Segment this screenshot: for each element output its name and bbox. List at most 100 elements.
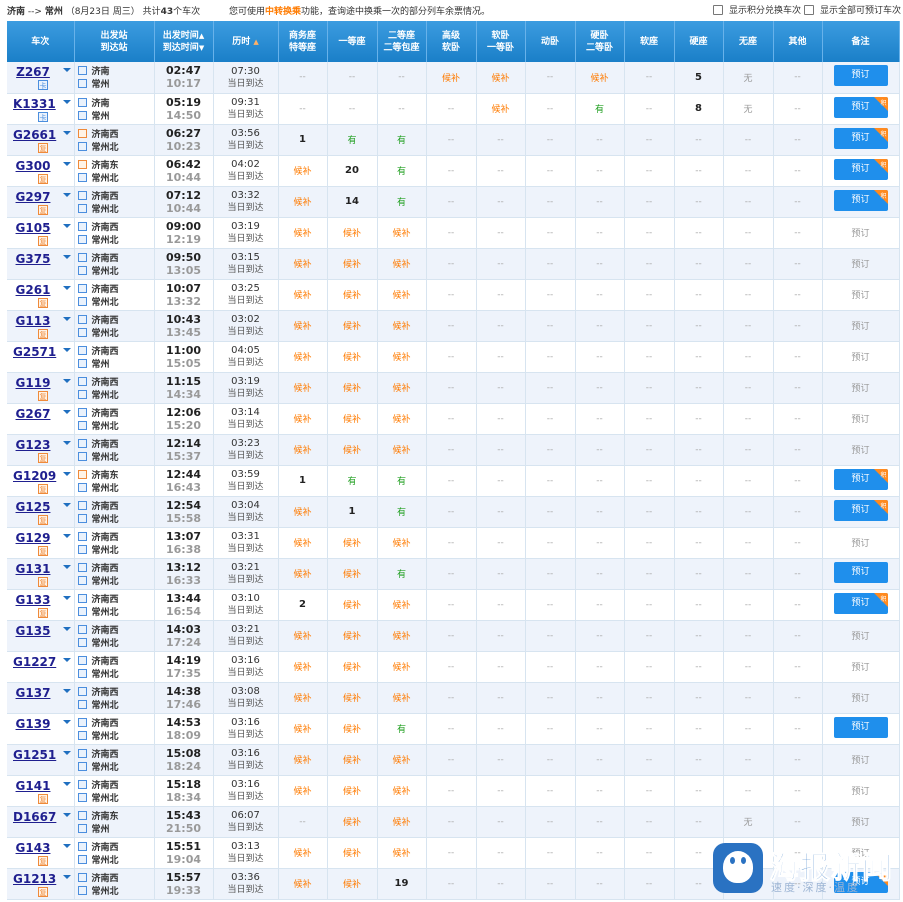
train-number-link[interactable]: G375	[13, 252, 53, 266]
seat-business[interactable]: 候补	[278, 496, 328, 528]
departure-station[interactable]: 济南西	[92, 499, 119, 512]
train-number-link[interactable]: Z267	[13, 65, 53, 79]
train-number-link[interactable]: G139	[13, 717, 53, 731]
seat-business[interactable]: 候补	[278, 279, 328, 311]
arrival-station[interactable]: 常州北	[92, 667, 119, 680]
departure-station[interactable]: 济南西	[92, 189, 119, 202]
departure-station[interactable]: 济南西	[92, 871, 119, 884]
train-number-link[interactable]: G267	[13, 407, 53, 421]
seat-business[interactable]: 候补	[278, 310, 328, 342]
seat-business[interactable]: 候补	[278, 217, 328, 249]
train-number-link[interactable]: G2661	[13, 128, 56, 142]
book-button[interactable]: 预订	[833, 561, 888, 583]
departure-station[interactable]: 济南东	[92, 468, 119, 481]
train-number-link[interactable]: G1209	[13, 469, 56, 483]
chevron-down-icon[interactable]	[63, 99, 71, 104]
seat-first[interactable]: 候补	[327, 620, 378, 652]
arrival-station[interactable]: 常州北	[92, 202, 119, 215]
chevron-down-icon[interactable]	[63, 192, 71, 197]
book-button[interactable]: 预订积	[833, 499, 888, 521]
chevron-down-icon[interactable]	[63, 347, 71, 352]
chevron-down-icon[interactable]	[63, 533, 71, 538]
train-number-link[interactable]: G129	[13, 531, 53, 545]
departure-station[interactable]: 济南西	[92, 778, 119, 791]
departure-station[interactable]: 济南东	[92, 809, 119, 822]
book-button[interactable]: 预订积	[833, 468, 888, 490]
train-number-link[interactable]: G105	[13, 221, 53, 235]
chevron-down-icon[interactable]	[63, 254, 71, 259]
train-number-link[interactable]: G1227	[13, 655, 56, 669]
seat-second[interactable]: 候补	[377, 589, 427, 621]
col-duration[interactable]: 历时 ▲	[213, 21, 279, 62]
arrival-station[interactable]: 常州北	[92, 543, 119, 556]
arrival-station[interactable]: 常州北	[92, 605, 119, 618]
train-number-link[interactable]: G143	[13, 841, 53, 855]
seat-hard-sleeper[interactable]: 候补	[575, 62, 625, 94]
arrival-station[interactable]: 常州北	[92, 636, 119, 649]
seat-high-soft[interactable]: 候补	[426, 62, 477, 94]
seat-first[interactable]: 候补	[327, 217, 378, 249]
seat-business[interactable]: 候补	[278, 744, 328, 776]
book-button[interactable]: 预订积	[833, 592, 888, 614]
seat-first[interactable]: 候补	[327, 527, 378, 559]
book-button[interactable]: 预订积	[833, 127, 888, 149]
book-button[interactable]: 预订积	[833, 96, 888, 118]
show-all-bookable-toggle[interactable]: 显示全部可预订车次	[804, 3, 901, 16]
seat-first[interactable]: 候补	[327, 279, 378, 311]
arrival-station[interactable]: 常州北	[92, 512, 119, 525]
seat-business[interactable]: 候补	[278, 341, 328, 373]
chevron-down-icon[interactable]	[63, 285, 71, 290]
departure-station[interactable]: 济南西	[92, 282, 119, 295]
chevron-down-icon[interactable]	[63, 626, 71, 631]
departure-station[interactable]: 济南西	[92, 375, 119, 388]
arrival-station[interactable]: 常州北	[92, 791, 119, 804]
chevron-down-icon[interactable]	[63, 750, 71, 755]
seat-business[interactable]: 候补	[278, 434, 328, 466]
departure-station[interactable]: 济南西	[92, 220, 119, 233]
seat-business[interactable]: 候补	[278, 186, 328, 218]
departure-station[interactable]: 济南东	[92, 158, 119, 171]
train-number-link[interactable]: G133	[13, 593, 53, 607]
departure-station[interactable]: 济南西	[92, 530, 119, 543]
departure-station[interactable]: 济南	[92, 96, 110, 109]
departure-station[interactable]: 济南西	[92, 592, 119, 605]
seat-first[interactable]: 候补	[327, 806, 378, 838]
train-number-link[interactable]: G141	[13, 779, 53, 793]
seat-first[interactable]: 候补	[327, 558, 378, 590]
departure-station[interactable]: 济南西	[92, 623, 119, 636]
chevron-down-icon[interactable]	[63, 223, 71, 228]
departure-station[interactable]: 济南西	[92, 561, 119, 574]
departure-station[interactable]: 济南西	[92, 313, 119, 326]
seat-business[interactable]: 候补	[278, 372, 328, 404]
seat-second[interactable]: 候补	[377, 341, 427, 373]
departure-station[interactable]: 济南西	[92, 654, 119, 667]
book-button[interactable]: 预订	[833, 716, 888, 738]
chevron-down-icon[interactable]	[63, 564, 71, 569]
seat-first[interactable]: 候补	[327, 589, 378, 621]
train-number-link[interactable]: G119	[13, 376, 53, 390]
arrival-station[interactable]: 常州	[92, 822, 110, 835]
arrival-station[interactable]: 常州北	[92, 574, 119, 587]
arrival-station[interactable]: 常州北	[92, 140, 119, 153]
seat-first[interactable]: 候补	[327, 341, 378, 373]
seat-second[interactable]: 候补	[377, 775, 427, 807]
train-number-link[interactable]: G1213	[13, 872, 56, 886]
seat-soft[interactable]: 候补	[476, 62, 526, 94]
arrival-station[interactable]: 常州北	[92, 853, 119, 866]
train-number-link[interactable]: G125	[13, 500, 53, 514]
seat-second[interactable]: 候补	[377, 527, 427, 559]
arrival-station[interactable]: 常州北	[92, 419, 119, 432]
seat-business[interactable]: 候补	[278, 682, 328, 714]
seat-business[interactable]: 候补	[278, 713, 328, 745]
seat-first[interactable]: 候补	[327, 713, 378, 745]
seat-business[interactable]: 候补	[278, 248, 328, 280]
departure-station[interactable]: 济南西	[92, 251, 119, 264]
seat-first[interactable]: 候补	[327, 837, 378, 869]
seat-business[interactable]: 候补	[278, 527, 328, 559]
train-number-link[interactable]: G1251	[13, 748, 56, 762]
departure-station[interactable]: 济南	[92, 64, 110, 77]
seat-second[interactable]: 候补	[377, 279, 427, 311]
col-time[interactable]: 出发时间▲ 到达时间▼	[154, 21, 214, 62]
arrival-station[interactable]: 常州北	[92, 233, 119, 246]
seat-first[interactable]: 候补	[327, 868, 378, 900]
